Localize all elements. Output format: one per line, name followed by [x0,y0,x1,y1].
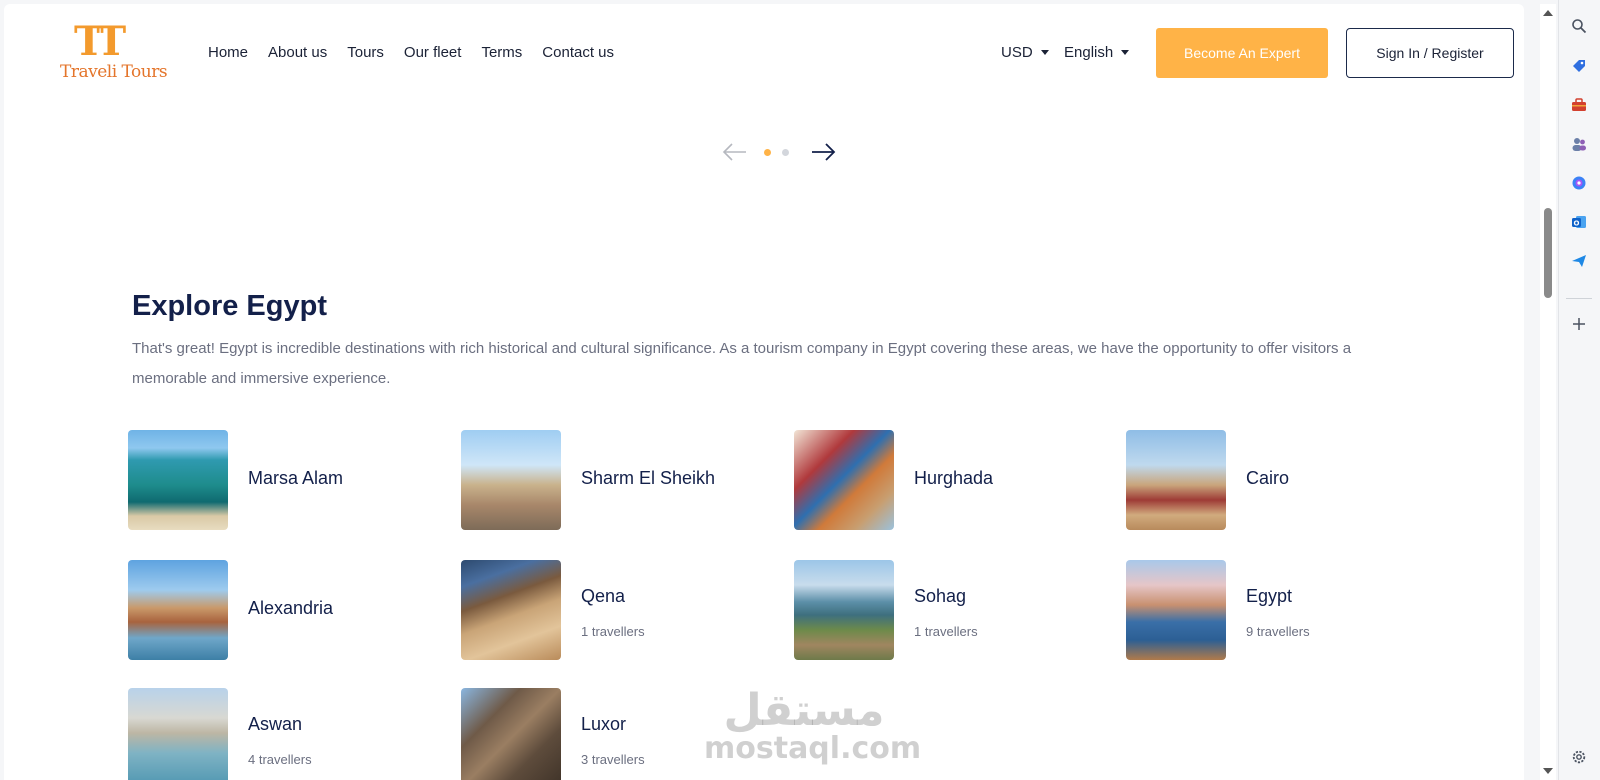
destination-name: Sohag [914,586,967,606]
browser-sidebar [1558,0,1600,780]
destination-image [794,430,894,530]
nav-terms[interactable]: Terms [481,44,522,61]
destination-card[interactable]: Cairo [1126,430,1426,530]
site-logo[interactable]: TT Traveli Tours [60,18,168,83]
destination-card[interactable]: Luxor 3 travellers [461,688,761,780]
settings-icon[interactable] [1568,746,1590,768]
scrollbar-thumb[interactable] [1544,208,1552,298]
destination-image [461,430,561,530]
nav-about[interactable]: About us [268,44,327,61]
destination-name: Marsa Alam [248,468,344,488]
currency-select[interactable]: USD [1001,44,1049,61]
plus-icon[interactable] [1568,313,1590,335]
language-select[interactable]: English [1064,44,1130,61]
signin-register-button[interactable]: Sign In / Register [1346,28,1514,78]
traveller-count: 1 travellers [914,624,978,639]
slider-dot[interactable] [782,149,789,156]
currency-value: USD [1001,44,1033,61]
destination-name: Cairo [1246,468,1290,488]
logo-text: Traveli Tours [60,62,168,82]
destination-card[interactable]: Sharm El Sheikh [461,430,761,530]
web-page: TT Traveli Tours Home About us Tours Our… [4,4,1524,780]
svg-text:O: O [1574,220,1580,228]
toolbox-icon[interactable] [1568,94,1590,116]
destination-card[interactable]: Alexandria [128,560,428,660]
outlook-icon[interactable]: O [1568,211,1590,233]
destination-image [461,560,561,660]
main-nav: Home About us Tours Our fleet Terms Cont… [208,44,614,61]
destination-image [1126,430,1226,530]
chevron-down-icon [1040,50,1049,55]
sidebar-divider [1566,298,1592,299]
destination-name: Luxor [581,714,627,734]
nav-fleet[interactable]: Our fleet [404,44,462,61]
traveller-count: 3 travellers [581,752,645,767]
destination-name: Egypt [1246,586,1293,606]
destination-name: Alexandria [248,598,334,618]
nav-contact[interactable]: Contact us [542,44,614,61]
traveller-count: 1 travellers [581,624,645,639]
destination-card[interactable]: Marsa Alam [128,430,428,530]
logo-mark: TT [74,18,126,65]
tag-icon[interactable] [1568,55,1590,77]
scroll-up-icon[interactable] [1543,10,1553,16]
become-expert-button[interactable]: Become An Expert [1156,28,1328,78]
section-description: That's great! Egypt is incredible destin… [132,340,1352,387]
scroll-down-icon[interactable] [1543,768,1553,774]
traveller-count: 9 travellers [1246,624,1310,639]
section-title: Explore Egypt [132,290,327,322]
destination-name: Aswan [248,714,303,734]
send-icon[interactable] [1568,250,1590,272]
destination-image [128,688,228,780]
destination-image [1126,560,1226,660]
chevron-down-icon [1121,50,1130,55]
people-icon[interactable] [1568,133,1590,155]
destination-image [794,560,894,660]
nav-tours[interactable]: Tours [347,44,384,61]
destination-name: Qena [581,586,626,606]
destination-card[interactable]: Aswan 4 travellers [128,688,428,780]
destination-name: Sharm El Sheikh [581,468,716,488]
slider-dot-active[interactable] [764,149,771,156]
search-icon[interactable] [1568,15,1590,37]
browser-window: TT Traveli Tours Home About us Tours Our… [0,0,1600,780]
destination-image [461,688,561,780]
arrow-left-icon[interactable] [722,142,748,162]
copilot-icon[interactable] [1568,172,1590,194]
destination-image [128,560,228,660]
nav-home[interactable]: Home [208,44,248,61]
page-scrollbar[interactable] [1540,4,1556,780]
destination-card[interactable]: Egypt 9 travellers [1126,560,1426,660]
destination-name: Hurghada [914,468,994,488]
destination-card[interactable]: Hurghada [794,430,1094,530]
traveller-count: 4 travellers [248,752,312,767]
destination-image [128,430,228,530]
language-value: English [1064,44,1114,61]
destination-card[interactable]: Qena 1 travellers [461,560,761,660]
destination-card[interactable]: Sohag 1 travellers [794,560,1094,660]
arrow-right-icon[interactable] [810,142,836,162]
